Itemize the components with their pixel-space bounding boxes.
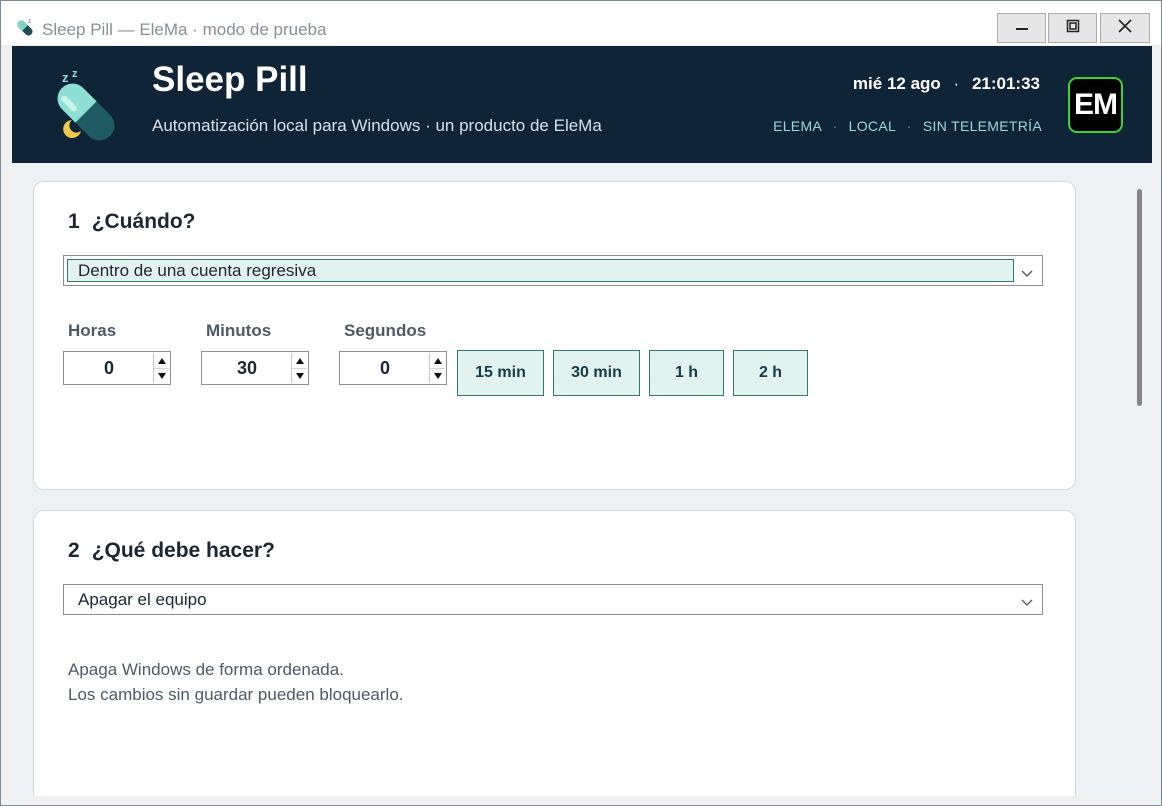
pill-icon: z [15,17,35,37]
spin-down-icon[interactable] [154,368,169,383]
seconds-label: Segundos [344,321,427,340]
when-mode-value: Dentro de una cuenta regresiva [67,259,1014,282]
spin-up-icon[interactable] [154,353,169,368]
header-tags: ELEMA · LOCAL · SIN TELEMETRÍA [773,118,1042,134]
tag-sin-telemetria: SIN TELEMETRÍA [922,118,1042,134]
clock: mié 12 ago · 21:01:33 [853,74,1040,94]
sleep-pill-logo-icon: z z [50,68,122,142]
spin-down-icon[interactable] [292,368,307,383]
maximize-button[interactable] [1048,13,1097,43]
spin-up-icon[interactable] [430,353,445,368]
svg-text:z: z [72,68,78,80]
action-select[interactable]: Apagar el equipo [63,584,1043,615]
preset-2-h-button[interactable]: 2 h [733,350,808,396]
current-time: 21:01:33 [971,74,1040,93]
hours-spinbox[interactable]: 0 [63,351,171,385]
minutes-spinbox[interactable]: 30 [201,351,309,385]
hours-label: Horas [68,321,117,340]
action-title: 2 ¿Qué debe hacer? [68,539,275,562]
app-subtitle: Automatización local para Windows · un p… [152,116,602,135]
chevron-down-icon [1021,265,1033,277]
minutes-label: Minutos [206,321,272,340]
minimize-icon [1015,19,1029,37]
app-title: Sleep Pill [152,60,308,99]
spin-up-icon[interactable] [292,353,307,368]
when-card: 1 ¿Cuándo? Dentro de una cuenta regresiva… [33,181,1076,490]
when-title: 1 ¿Cuándo? [68,210,196,233]
date-time-separator: · [953,74,960,93]
main-content: 1 ¿Cuándo? Dentro de una cuenta regresiva… [12,163,1152,796]
when-mode-select[interactable]: Dentro de una cuenta regresiva [63,255,1043,286]
title-bar: z Sleep Pill — EleMa · modo de prueba [1,1,1161,45]
tag-local: LOCAL [848,118,896,134]
close-button[interactable] [1100,13,1150,43]
minimize-button[interactable] [997,13,1046,43]
vertical-scrollbar[interactable] [1127,163,1152,796]
action-description-line: Apaga Windows de forma ordenada. [68,660,344,679]
maximize-icon [1066,19,1080,38]
preset-30-min-button[interactable]: 30 min [553,350,640,396]
action-description: Apaga Windows de forma ordenada. Los cam… [68,657,404,707]
preset-15-min-button[interactable]: 15 min [457,350,544,396]
svg-text:z: z [28,19,31,25]
app-header: z z Sleep Pill Automatización local para… [12,46,1152,163]
tag-elema: ELEMA [773,118,822,134]
spin-down-icon[interactable] [430,368,445,383]
svg-text:z: z [62,70,69,85]
chevron-down-icon [1021,594,1033,606]
action-card: 2 ¿Qué debe hacer? Apagar el equipo Apaga… [33,510,1076,796]
seconds-value: 0 [379,358,390,378]
close-icon [1117,18,1133,39]
app-window: z Sleep Pill — EleMa · modo de prueba z … [0,0,1162,806]
hours-value: 0 [103,358,114,378]
elema-badge: EM [1068,77,1123,133]
seconds-spinbox[interactable]: 0 [339,351,447,385]
minutes-value: 30 [236,358,258,378]
action-description-line: Los cambios sin guardar pueden bloquearl… [68,685,404,704]
action-value: Apagar el equipo [78,590,207,609]
scrollbar-thumb[interactable] [1137,189,1142,406]
preset-1-h-button[interactable]: 1 h [649,350,724,396]
window-title: Sleep Pill — EleMa · modo de prueba [42,20,327,39]
current-date: mié 12 ago [852,74,941,93]
